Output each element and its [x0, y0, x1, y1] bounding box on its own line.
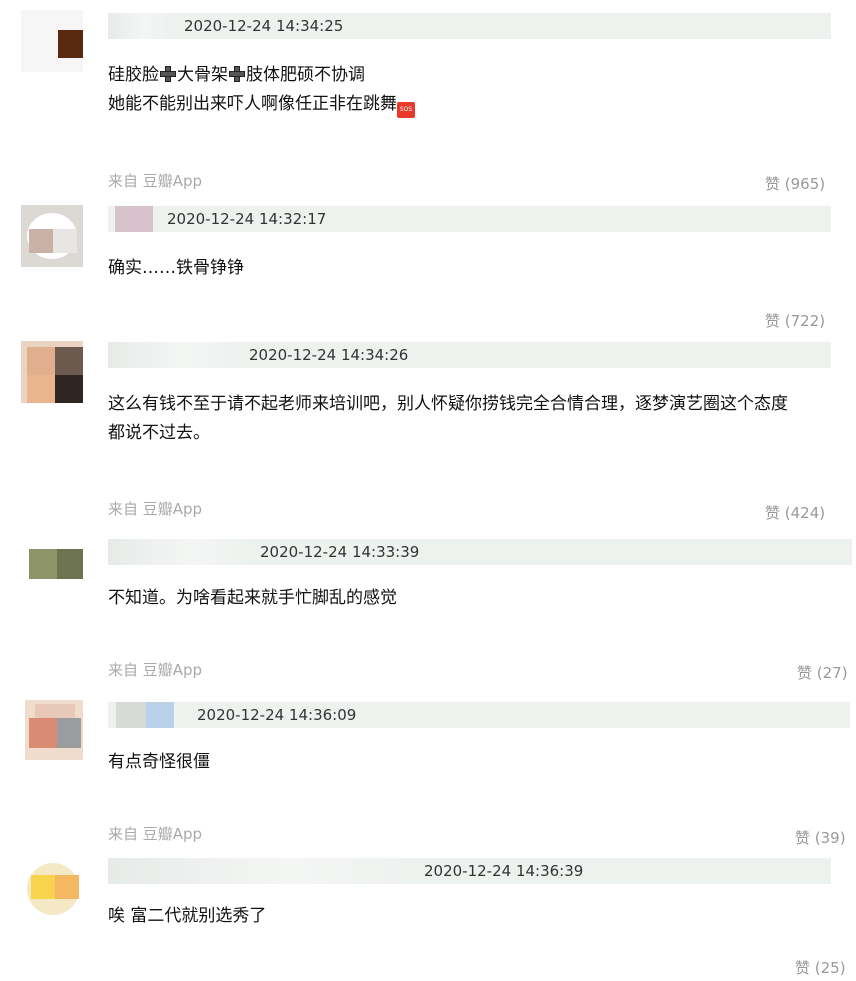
like-count[interactable]: 赞 (424) [765, 502, 825, 523]
avatar[interactable] [21, 857, 83, 919]
username-blurred[interactable] [108, 539, 246, 565]
comment-text-segment: 大骨架 [177, 65, 228, 85]
username-blurred[interactable] [115, 206, 153, 232]
comment-timestamp: 2020-12-24 14:34:25 [184, 17, 344, 35]
comment-meta-bar: 2020-12-24 14:34:26 [108, 342, 831, 368]
comment-meta-bar: 2020-12-24 14:34:25 [108, 13, 831, 39]
comment-timestamp: 2020-12-24 14:34:26 [249, 346, 409, 364]
username-blurred[interactable] [108, 342, 234, 368]
like-count[interactable]: 赞 (965) [765, 173, 825, 194]
avatar[interactable] [21, 539, 83, 587]
comment-timestamp: 2020-12-24 14:33:39 [260, 543, 420, 561]
sos-icon: SOS [397, 102, 415, 118]
comment-text: 硅胶脸 大骨架 肢体肥硕不协调 她能不能别出来吓人啊像任正非在跳舞 SOS [108, 61, 415, 119]
comment-text: 确实……铁骨铮铮 [108, 258, 244, 278]
avatar[interactable] [21, 341, 83, 403]
comment-meta-bar: 2020-12-24 14:36:39 [108, 858, 831, 884]
comment-source: 来自 豆瓣App [108, 661, 203, 679]
comment-text-segment: 她能不能别出来吓人啊像任正非在跳舞 [108, 94, 397, 114]
comment-text-segment: 硅胶脸 [108, 65, 159, 85]
comment-text: 不知道。为啥看起来就手忙脚乱的感觉 [108, 588, 397, 608]
comment-text: 这么有钱不至于请不起老师来培训吧，别人怀疑你捞钱完全合情合理，逐梦演艺圈这个态度… [108, 390, 788, 448]
avatar[interactable] [21, 205, 83, 267]
comment-meta-bar: 2020-12-24 14:33:39 [108, 539, 852, 565]
comment-source: 来自 豆瓣App [108, 825, 203, 843]
username-blurred[interactable] [108, 13, 168, 39]
like-count[interactable]: 赞 (25) [795, 957, 846, 978]
comment-meta-bar: 2020-12-24 14:32:17 [108, 206, 831, 232]
comment-text-line: 都说不过去。 [108, 423, 210, 443]
like-count[interactable]: 赞 (722) [765, 310, 825, 331]
comment-source: 来自 豆瓣App [108, 172, 203, 190]
comment-timestamp: 2020-12-24 14:36:09 [197, 706, 357, 724]
cross-icon [160, 66, 176, 82]
comment-text-line: 这么有钱不至于请不起老师来培训吧，别人怀疑你捞钱完全合情合理，逐梦演艺圈这个态度 [108, 394, 788, 414]
comment-text: 有点奇怪很僵 [108, 752, 210, 772]
comment-timestamp: 2020-12-24 14:32:17 [167, 210, 327, 228]
username-blurred[interactable] [116, 702, 146, 728]
avatar[interactable] [21, 10, 83, 72]
comment-text: 唉 富二代就别选秀了 [108, 906, 267, 926]
comment-meta-bar: 2020-12-24 14:36:09 [108, 702, 850, 728]
like-count[interactable]: 赞 (39) [795, 827, 846, 848]
comment-timestamp: 2020-12-24 14:36:39 [424, 862, 584, 880]
avatar[interactable] [25, 700, 83, 760]
comment-text-segment: 肢体肥硕不协调 [246, 65, 365, 85]
username-blurred[interactable] [108, 858, 408, 884]
like-count[interactable]: 赞 (27) [797, 662, 848, 683]
comment-source: 来自 豆瓣App [108, 500, 203, 518]
cross-icon [229, 66, 245, 82]
